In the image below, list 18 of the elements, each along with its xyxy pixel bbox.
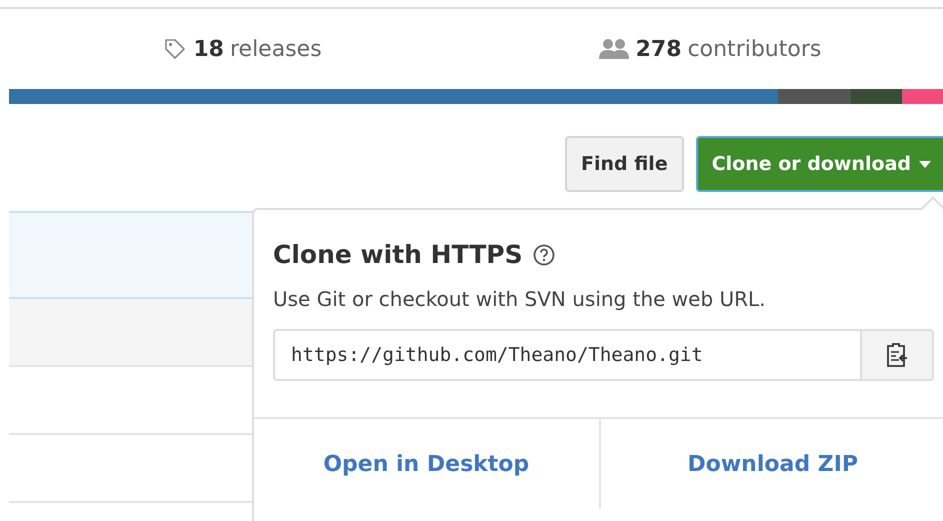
popup-description: Use Git or checkout with SVN using the web URL. xyxy=(273,287,767,311)
stat-label[interactable]: contributors xyxy=(688,36,822,62)
tag-icon xyxy=(163,37,188,61)
stat-label[interactable]: releases xyxy=(230,36,322,62)
language-bar[interactable] xyxy=(9,89,943,104)
stat-count[interactable]: 278 xyxy=(636,36,682,62)
url-field[interactable]: https://github.com/Theano/Theano.git xyxy=(273,329,862,381)
copy-button[interactable] xyxy=(862,329,934,381)
people-icon xyxy=(598,38,630,60)
clipboard-icon xyxy=(886,342,908,368)
find-file-button[interactable]: Find file xyxy=(564,136,684,192)
download-zip-link[interactable]: Download ZIP xyxy=(598,419,943,509)
help-icon[interactable] xyxy=(532,244,555,266)
stat-count[interactable]: 18 xyxy=(193,36,224,62)
clone-download-button[interactable]: Clone or download xyxy=(696,136,943,192)
popup-title: Clone with HTTPS xyxy=(273,240,523,269)
caret-icon xyxy=(919,160,931,168)
open-desktop-link[interactable]: Open in Desktop xyxy=(254,419,598,509)
